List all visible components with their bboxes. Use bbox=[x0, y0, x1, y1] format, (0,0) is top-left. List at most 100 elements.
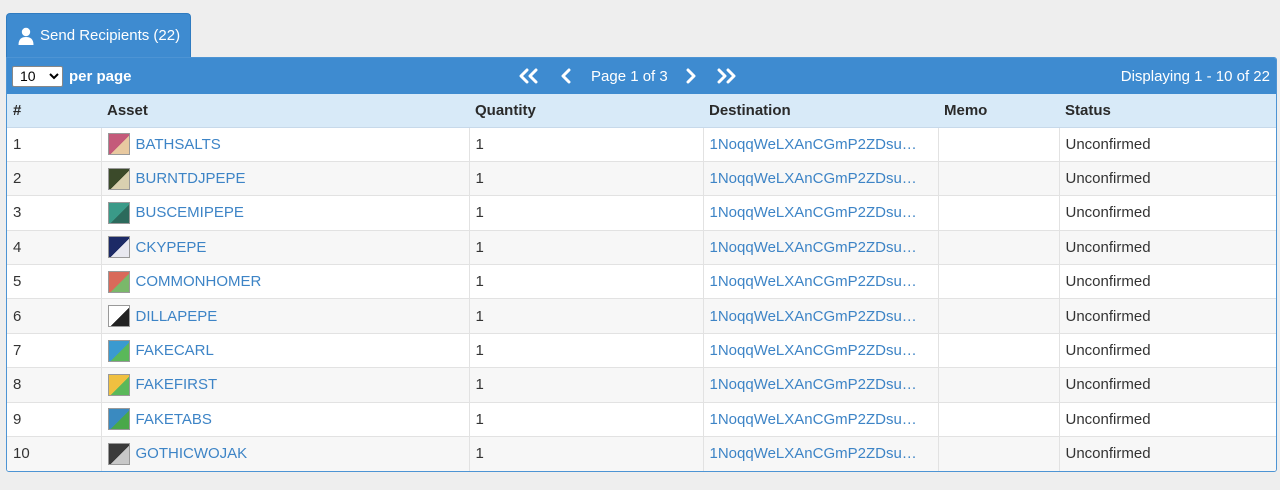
cell-status: Unconfirmed bbox=[1065, 135, 1151, 153]
recipients-table: # Asset Quantity Destination Memo Status… bbox=[7, 94, 1276, 471]
cell-quantity: 1 bbox=[469, 401, 704, 437]
destination-link[interactable]: 1NoqqWeLXAnCGmP2ZDsu… bbox=[710, 136, 917, 153]
destination-link[interactable]: 1NoqqWeLXAnCGmP2ZDsu… bbox=[710, 308, 917, 325]
cell-asset: DILLAPEPE bbox=[101, 298, 470, 334]
destination-link[interactable]: 1NoqqWeLXAnCGmP2ZDsu… bbox=[710, 445, 917, 462]
asset-thumbnail bbox=[107, 133, 130, 156]
asset-link[interactable]: FAKEFIRST bbox=[136, 376, 218, 393]
cell-quantity: 1 bbox=[469, 264, 704, 299]
cell-status: Unconfirmed bbox=[1059, 298, 1276, 334]
cell-destination: 1NoqqWeLXAnCGmP2ZDsu… bbox=[703, 229, 939, 265]
cell-asset: FAKETABS bbox=[101, 401, 470, 437]
cell-quantity: 1 bbox=[469, 367, 704, 403]
cell-memo bbox=[938, 436, 1060, 471]
cell-status: Unconfirmed bbox=[1059, 264, 1276, 299]
cell-num: 9 bbox=[7, 401, 102, 437]
cell-memo bbox=[938, 229, 1060, 265]
asset-thumbnail bbox=[107, 442, 130, 465]
table-row[interactable]: 2 BURNTDJPEPE 1 1NoqqWeLXAnCGmP2ZDsu… Un… bbox=[7, 160, 1276, 196]
cell-destination: 1NoqqWeLXAnCGmP2ZDsu… bbox=[703, 367, 939, 403]
cell-memo bbox=[938, 264, 1060, 299]
table-row[interactable]: 9 FAKETABS 1 1NoqqWeLXAnCGmP2ZDsu… Uncon… bbox=[7, 401, 1276, 437]
cell-destination: 1NoqqWeLXAnCGmP2ZDsu… bbox=[703, 436, 939, 471]
cell-asset: CKYPEPE bbox=[101, 229, 470, 265]
cell-asset: BATHSALTS bbox=[101, 127, 470, 162]
displaying-count: Displaying 1 - 10 of 22 bbox=[1120, 67, 1270, 85]
cell-status: Unconfirmed bbox=[1059, 436, 1276, 471]
prev-page-button[interactable] bbox=[555, 68, 577, 84]
cell-memo bbox=[938, 127, 1060, 162]
per-page-control: 102550100 per page bbox=[7, 65, 132, 87]
asset-thumbnail bbox=[107, 339, 130, 362]
cell-status: Unconfirmed bbox=[1059, 401, 1276, 437]
tab-send-recipients[interactable]: Send Recipients (22) bbox=[6, 13, 192, 57]
destination-link[interactable]: 1NoqqWeLXAnCGmP2ZDsu… bbox=[710, 273, 917, 290]
cell-asset: GOTHICWOJAK bbox=[101, 436, 470, 471]
table-row[interactable]: 4 CKYPEPE 1 1NoqqWeLXAnCGmP2ZDsu… Unconf… bbox=[7, 229, 1276, 265]
pagination: Page 1 of 3 bbox=[515, 58, 740, 94]
cell-destination: 1NoqqWeLXAnCGmP2ZDsu… bbox=[703, 160, 939, 196]
cell-destination: 1NoqqWeLXAnCGmP2ZDsu… bbox=[703, 264, 939, 299]
asset-link[interactable]: CKYPEPE bbox=[136, 239, 207, 256]
asset-link[interactable]: GOTHICWOJAK bbox=[136, 445, 248, 462]
cell-memo bbox=[938, 298, 1060, 334]
chevron-right-icon bbox=[686, 68, 696, 84]
cell-asset: FAKEFIRST bbox=[101, 367, 470, 403]
cell-num: 2 bbox=[7, 160, 102, 196]
recipients-panel: 102550100 per page Page 1 of 3 bbox=[6, 57, 1277, 472]
asset-link[interactable]: FAKETABS bbox=[136, 411, 212, 428]
cell-num: 7 bbox=[7, 332, 102, 368]
column-header-num[interactable]: # bbox=[7, 94, 101, 128]
destination-link[interactable]: 1NoqqWeLXAnCGmP2ZDsu… bbox=[710, 170, 917, 187]
destination-link[interactable]: 1NoqqWeLXAnCGmP2ZDsu… bbox=[710, 204, 917, 221]
asset-thumbnail bbox=[107, 373, 130, 396]
table-row[interactable]: 5 COMMONHOMER 1 1NoqqWeLXAnCGmP2ZDsu… Un… bbox=[7, 264, 1276, 299]
asset-link[interactable]: BURNTDJPEPE bbox=[136, 170, 246, 187]
cell-memo bbox=[938, 332, 1060, 368]
cell-status: Unconfirmed bbox=[1059, 367, 1276, 403]
table-row[interactable]: 3 BUSCEMIPEPE 1 1NoqqWeLXAnCGmP2ZDsu… Un… bbox=[7, 195, 1276, 231]
double-chevron-left-icon bbox=[519, 68, 538, 84]
asset-link[interactable]: BUSCEMIPEPE bbox=[136, 204, 244, 221]
destination-link[interactable]: 1NoqqWeLXAnCGmP2ZDsu… bbox=[710, 342, 917, 359]
cell-memo bbox=[938, 367, 1060, 403]
cell-num: 8 bbox=[7, 367, 102, 403]
table-row[interactable]: 6 DILLAPEPE 1 1NoqqWeLXAnCGmP2ZDsu… Unco… bbox=[7, 298, 1276, 334]
chevron-left-icon bbox=[561, 68, 571, 84]
cell-destination: 1NoqqWeLXAnCGmP2ZDsu… bbox=[703, 332, 939, 368]
cell-quantity: 1 bbox=[469, 436, 704, 471]
column-header-memo[interactable]: Memo bbox=[938, 94, 1059, 128]
table-row[interactable]: 1 BATHSALTS 1 1NoqqWeLXAnCGmP2ZDsu… Unco… bbox=[7, 127, 1276, 162]
next-page-button[interactable] bbox=[680, 68, 702, 84]
cell-asset: COMMONHOMER bbox=[101, 264, 470, 299]
destination-link[interactable]: 1NoqqWeLXAnCGmP2ZDsu… bbox=[710, 411, 917, 428]
cell-status: Unconfirmed bbox=[1059, 229, 1276, 265]
user-icon bbox=[18, 27, 34, 45]
cell-quantity: 1 bbox=[469, 127, 704, 162]
cell-memo bbox=[938, 160, 1060, 196]
asset-link[interactable]: DILLAPEPE bbox=[136, 308, 218, 325]
asset-link[interactable]: COMMONHOMER bbox=[136, 273, 262, 290]
cell-num: 4 bbox=[7, 229, 102, 265]
cell-num: 1 bbox=[7, 127, 102, 162]
page-indicator: Page 1 of 3 bbox=[591, 67, 668, 85]
first-page-button[interactable] bbox=[515, 68, 543, 84]
asset-link[interactable]: BATHSALTS bbox=[136, 136, 221, 153]
destination-link[interactable]: 1NoqqWeLXAnCGmP2ZDsu… bbox=[710, 376, 917, 393]
cell-num: 3 bbox=[7, 195, 102, 231]
asset-thumbnail bbox=[107, 201, 130, 224]
asset-link[interactable]: FAKECARL bbox=[136, 342, 214, 359]
destination-link[interactable]: 1NoqqWeLXAnCGmP2ZDsu… bbox=[710, 239, 917, 256]
column-header-destination[interactable]: Destination bbox=[703, 94, 938, 128]
column-header-asset[interactable]: Asset bbox=[101, 94, 469, 128]
last-page-button[interactable] bbox=[712, 68, 740, 84]
column-header-status[interactable]: Status bbox=[1059, 94, 1276, 128]
per-page-select[interactable]: 102550100 bbox=[12, 65, 63, 87]
asset-thumbnail bbox=[107, 408, 130, 431]
grid-toolbar: 102550100 per page Page 1 of 3 bbox=[7, 58, 1276, 94]
column-header-quantity[interactable]: Quantity bbox=[469, 94, 703, 128]
asset-thumbnail bbox=[107, 305, 130, 328]
table-row[interactable]: 8 FAKEFIRST 1 1NoqqWeLXAnCGmP2ZDsu… Unco… bbox=[7, 367, 1276, 403]
table-row[interactable]: 7 FAKECARL 1 1NoqqWeLXAnCGmP2ZDsu… Uncon… bbox=[7, 332, 1276, 368]
table-row[interactable]: 10 GOTHICWOJAK 1 1NoqqWeLXAnCGmP2ZDsu… U… bbox=[7, 436, 1276, 471]
